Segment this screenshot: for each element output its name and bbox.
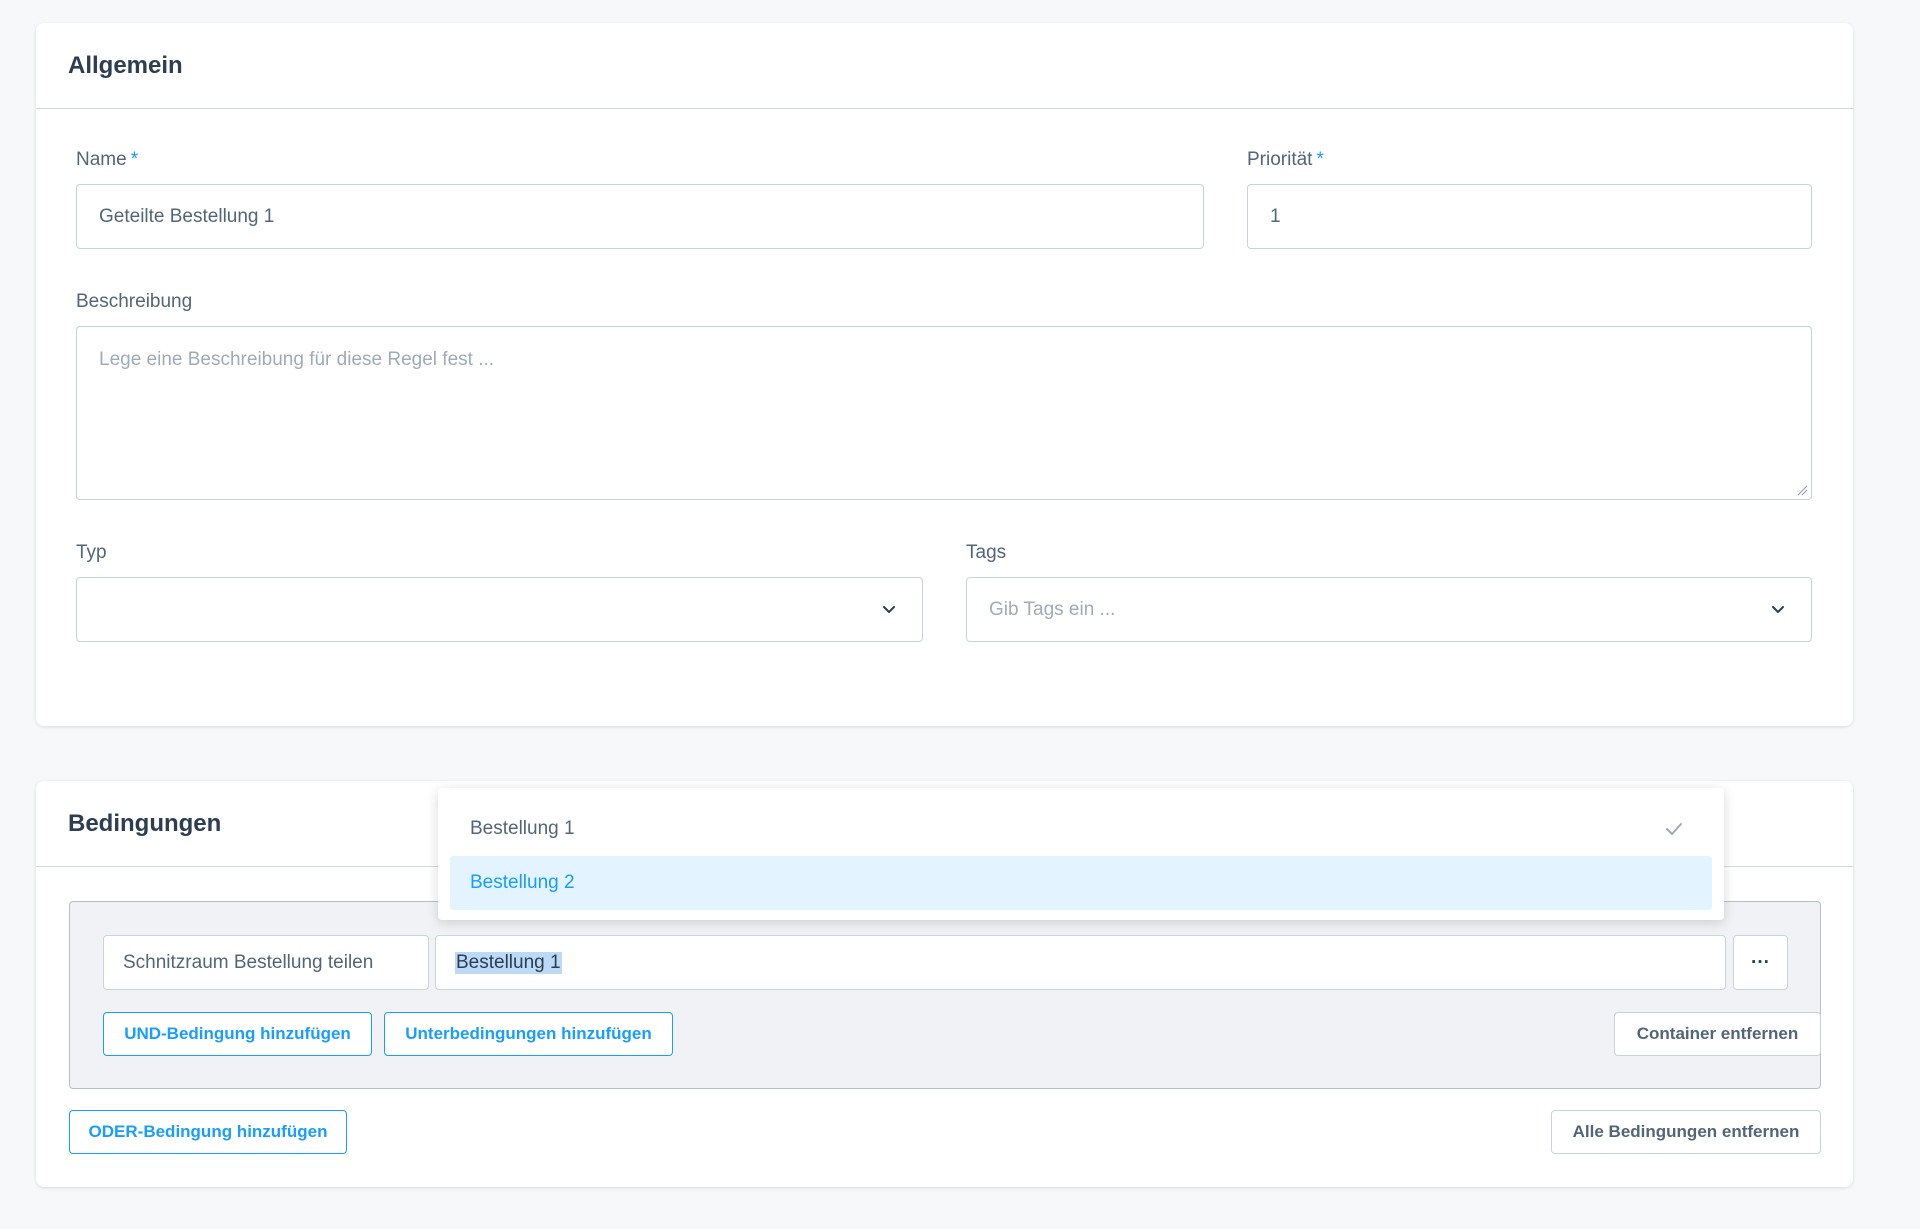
add-and-condition-button[interactable]: UND-Bedingung hinzufügen: [103, 1012, 372, 1056]
name-label: Name *: [76, 149, 139, 170]
chevron-down-icon: [1772, 605, 1784, 613]
name-input-value: Geteilte Bestellung 1: [99, 205, 275, 227]
condition-field-value: Schnitzraum Bestellung teilen: [123, 951, 374, 973]
general-card: Allgemein Name * Geteilte Bestellung 1 Pr…: [36, 23, 1853, 726]
required-marker: *: [1316, 149, 1324, 170]
priority-input-value: 1: [1270, 205, 1281, 227]
type-label: Typ: [76, 542, 107, 563]
remove-container-button[interactable]: Container entfernen: [1614, 1012, 1821, 1056]
more-icon: ···: [1751, 951, 1770, 973]
description-placeholder: Lege eine Beschreibung für diese Regel f…: [99, 349, 495, 370]
tags-label: Tags: [966, 542, 1007, 563]
tags-placeholder: Gib Tags ein ...: [989, 598, 1116, 620]
dropdown-option-label: Bestellung 2: [470, 872, 575, 893]
dropdown-option[interactable]: Bestellung 1: [450, 802, 1712, 856]
condition-value-select[interactable]: Bestellung 1: [435, 935, 1726, 990]
condition-container: Schnitzraum Bestellung teilen Bestellung…: [69, 901, 1821, 1089]
name-input[interactable]: Geteilte Bestellung 1: [76, 184, 1204, 249]
condition-value-text: Bestellung 1: [455, 951, 562, 974]
general-card-title: Allgemein: [36, 23, 1853, 109]
chevron-down-icon: [883, 605, 895, 613]
description-textarea[interactable]: Lege eine Beschreibung für diese Regel f…: [76, 326, 1812, 500]
add-or-condition-button[interactable]: ODER-Bedingung hinzufügen: [69, 1110, 347, 1154]
dropdown-option-label: Bestellung 1: [470, 818, 575, 839]
type-select[interactable]: [76, 577, 923, 642]
resize-grip-icon[interactable]: [1796, 484, 1808, 496]
condition-more-button[interactable]: ···: [1733, 935, 1788, 990]
condition-field-select[interactable]: Schnitzraum Bestellung teilen: [103, 935, 429, 990]
description-label: Beschreibung: [76, 291, 193, 312]
add-subcondition-button[interactable]: Unterbedingungen hinzufügen: [384, 1012, 673, 1056]
priority-input[interactable]: 1: [1247, 184, 1812, 249]
tags-select[interactable]: Gib Tags ein ...: [966, 577, 1812, 642]
remove-all-conditions-button[interactable]: Alle Bedingungen entfernen: [1551, 1110, 1821, 1154]
required-marker: *: [130, 149, 139, 170]
checkmark-icon: [1666, 823, 1682, 835]
dropdown-option[interactable]: Bestellung 2: [450, 856, 1712, 910]
condition-value-dropdown: Bestellung 1 Bestellung 2: [438, 788, 1724, 920]
priority-label: Priorität *: [1247, 149, 1324, 170]
